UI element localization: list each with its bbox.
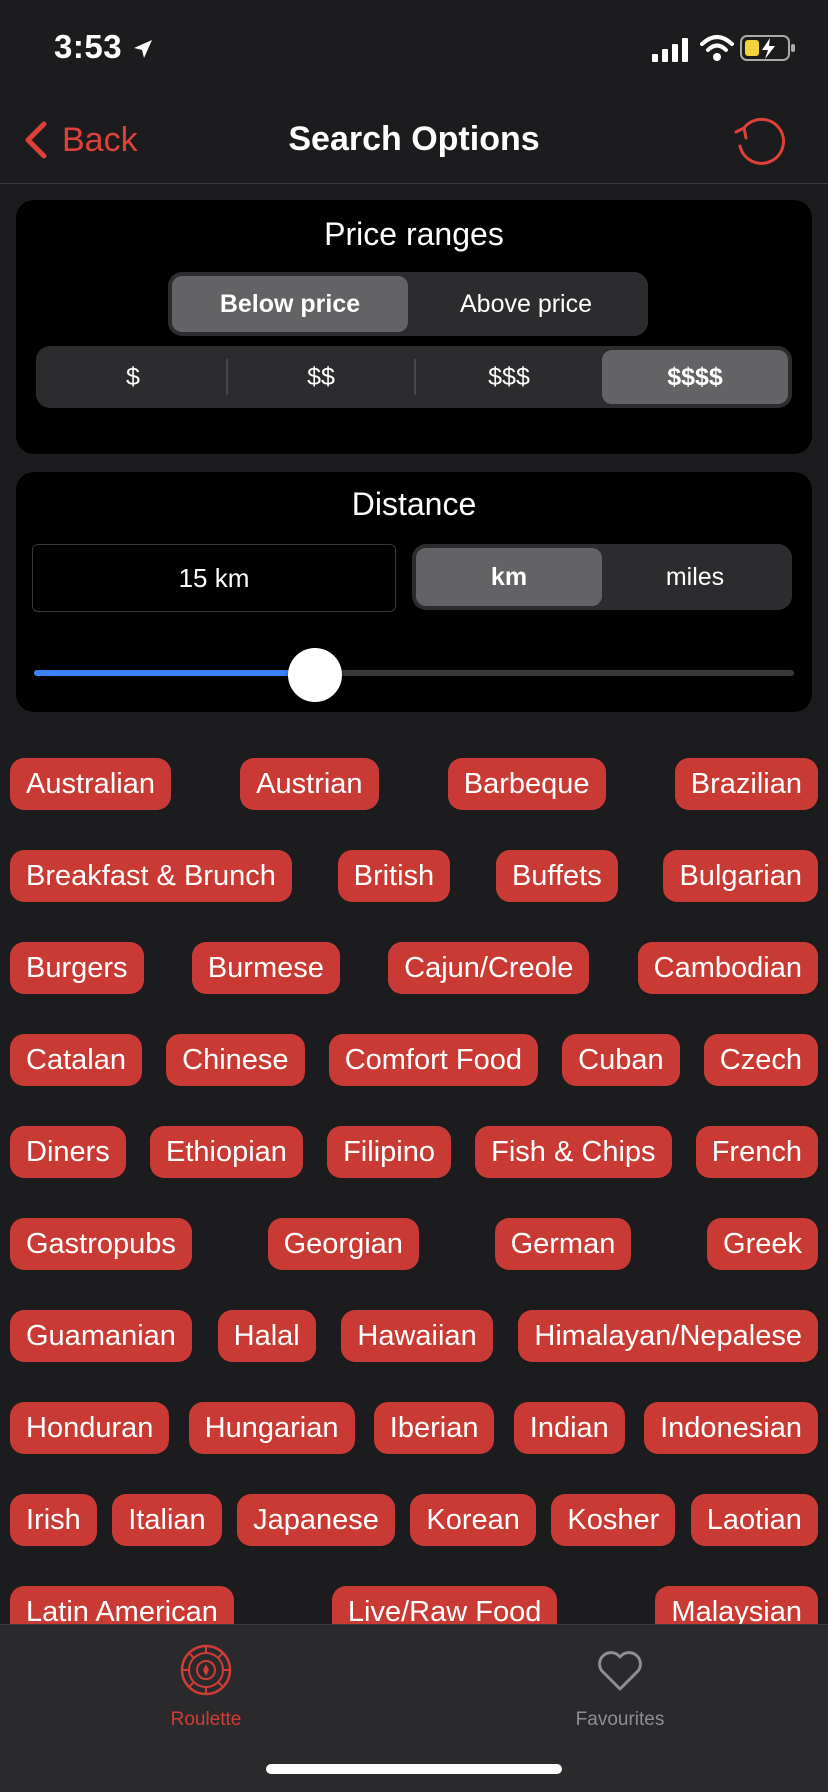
tab-favourites[interactable]: Favourites xyxy=(520,1643,720,1731)
cuisine-tag[interactable]: Hawaiian xyxy=(341,1310,493,1362)
cuisine-tag[interactable]: Malaysian xyxy=(655,1586,818,1624)
cuisine-tag[interactable]: Burgers xyxy=(10,942,144,994)
cuisine-tag[interactable]: Korean xyxy=(410,1494,536,1546)
battery-charging-icon xyxy=(740,35,795,61)
cuisine-tag[interactable]: Barbeque xyxy=(447,758,606,810)
heart-icon xyxy=(598,1651,642,1691)
cellular-signal-icon xyxy=(652,38,688,62)
price-level-2[interactable]: $$ xyxy=(228,350,414,404)
cuisine-tag[interactable]: Cajun/Creole xyxy=(388,942,590,994)
cuisine-tag[interactable]: Czech xyxy=(703,1034,818,1086)
cuisine-tag[interactable]: Comfort Food xyxy=(328,1034,538,1086)
distance-value-field[interactable]: 15 km xyxy=(32,544,396,612)
cuisine-tag-row: Diners Ethiopian Filipino Fish & Chips Frenc… xyxy=(10,1126,818,1178)
cuisine-tag[interactable]: Indian xyxy=(513,1402,625,1454)
cuisine-tag[interactable]: Georgian xyxy=(267,1218,419,1270)
cuisine-tag-row: Gastropubs Georgian German Greek xyxy=(10,1218,818,1270)
cuisine-tag[interactable]: Brazilian xyxy=(674,758,818,810)
page-title: Search Options xyxy=(288,120,540,158)
cuisine-tag[interactable]: French xyxy=(695,1126,818,1178)
distance-card: Distance 15 km km miles xyxy=(16,472,812,712)
location-arrow-icon xyxy=(134,40,152,58)
cuisine-tag[interactable]: Japanese xyxy=(237,1494,395,1546)
cuisine-tag[interactable]: Bulgarian xyxy=(663,850,818,902)
roulette-icon xyxy=(180,1644,232,1696)
cuisine-tag[interactable]: German xyxy=(494,1218,632,1270)
cuisine-tag[interactable]: Austrian xyxy=(240,758,379,810)
cuisine-tag[interactable]: Irish xyxy=(10,1494,97,1546)
cuisine-tag[interactable]: Honduran xyxy=(10,1402,170,1454)
slider-thumb[interactable] xyxy=(288,648,343,702)
slider-fill xyxy=(34,670,316,676)
cuisine-tag[interactable]: Ethiopian xyxy=(149,1126,303,1178)
cuisine-tag[interactable]: Buffets xyxy=(495,850,618,902)
distance-unit-segmented-control: km miles xyxy=(412,544,792,610)
cuisine-tag[interactable]: Gastropubs xyxy=(10,1218,192,1270)
tab-favourites-label: Favourites xyxy=(575,1709,665,1730)
status-time: 3:53 xyxy=(54,28,123,65)
cuisine-tag[interactable]: Chinese xyxy=(166,1034,305,1086)
tab-roulette[interactable]: Roulette xyxy=(106,1643,306,1731)
cuisine-tag-row: Catalan Chinese Comfort Food Cuban Czech xyxy=(10,1034,818,1086)
cuisine-tag-row: Guamanian Halal Hawaiian Himalayan/Nepalese xyxy=(10,1310,818,1362)
above-price-option[interactable]: Above price xyxy=(408,276,644,332)
cuisine-tag[interactable]: British xyxy=(337,850,451,902)
screen: 3:53 Back Search Options Price ranges Be… xyxy=(0,0,828,1792)
cuisine-tag-row: Burgers Burmese Cajun/Creole Cambodian xyxy=(10,942,818,994)
cuisine-tag[interactable]: Hungarian xyxy=(188,1402,355,1454)
cuisine-tag[interactable]: Australian xyxy=(10,758,171,810)
cuisine-tag[interactable]: Catalan xyxy=(10,1034,142,1086)
cuisine-tag[interactable]: Laotian xyxy=(690,1494,818,1546)
cuisine-tag-row: Australian Austrian Barbeque Brazilian xyxy=(10,758,818,810)
status-bar: 3:53 xyxy=(0,0,828,96)
price-level-4[interactable]: $$$$ xyxy=(602,350,788,404)
price-level-segmented-control: $ $$ $$$ $$$$ xyxy=(36,346,792,408)
cuisine-tag[interactable]: Indonesian xyxy=(644,1402,818,1454)
cuisine-tag[interactable]: Burmese xyxy=(191,942,340,994)
navigation-bar: Back Search Options xyxy=(0,96,828,184)
reset-icon[interactable] xyxy=(732,112,788,168)
cuisine-tag[interactable]: Himalayan/Nepalese xyxy=(518,1310,818,1362)
price-ranges-title: Price ranges xyxy=(324,216,504,252)
price-ranges-card: Price ranges Below price Above price $ $… xyxy=(16,200,812,454)
cuisine-tag[interactable]: Guamanian xyxy=(10,1310,192,1362)
cuisine-tag-row: Honduran Hungarian Iberian Indian Indonesian xyxy=(10,1402,818,1454)
cuisine-tag-row: Latin American Live/Raw Food Malaysian xyxy=(10,1586,818,1624)
cuisine-tag[interactable]: Cuban xyxy=(562,1034,680,1086)
cuisine-tag[interactable]: Iberian xyxy=(373,1402,495,1454)
cuisine-tag-list: Australian Austrian Barbeque Brazilian Break… xyxy=(0,758,828,1624)
distance-slider[interactable] xyxy=(34,648,794,702)
cuisine-tag[interactable]: Greek xyxy=(707,1218,818,1270)
cuisine-tag[interactable]: Italian xyxy=(112,1494,222,1546)
unit-miles-option[interactable]: miles xyxy=(602,548,788,606)
cuisine-tag[interactable]: Kosher xyxy=(551,1494,676,1546)
cuisine-tag[interactable]: Fish & Chips xyxy=(475,1126,672,1178)
cuisine-tag-row: Irish Italian Japanese Korean Kosher Laotian xyxy=(10,1494,818,1546)
below-price-option[interactable]: Below price xyxy=(172,276,408,332)
cuisine-tag-row: Breakfast & Brunch British Buffets Bulgaria… xyxy=(10,850,818,902)
price-level-1[interactable]: $ xyxy=(40,350,226,404)
cuisine-tag[interactable]: Diners xyxy=(10,1126,126,1178)
cuisine-tag[interactable]: Cambodian xyxy=(637,942,818,994)
tab-roulette-label: Roulette xyxy=(170,1709,242,1730)
unit-km-option[interactable]: km xyxy=(416,548,602,606)
price-mode-segmented-control: Below price Above price xyxy=(168,272,648,336)
cuisine-tag[interactable]: Breakfast & Brunch xyxy=(10,850,292,902)
cuisine-tag[interactable]: Live/Raw Food xyxy=(331,1586,558,1624)
cuisine-tag[interactable]: Filipino xyxy=(327,1126,451,1178)
cuisine-tag[interactable]: Latin American xyxy=(10,1586,234,1624)
home-indicator[interactable] xyxy=(266,1764,562,1774)
distance-title: Distance xyxy=(351,486,477,522)
cuisine-tag[interactable]: Halal xyxy=(217,1310,316,1362)
price-level-3[interactable]: $$$ xyxy=(416,350,602,404)
wifi-icon xyxy=(700,35,734,61)
